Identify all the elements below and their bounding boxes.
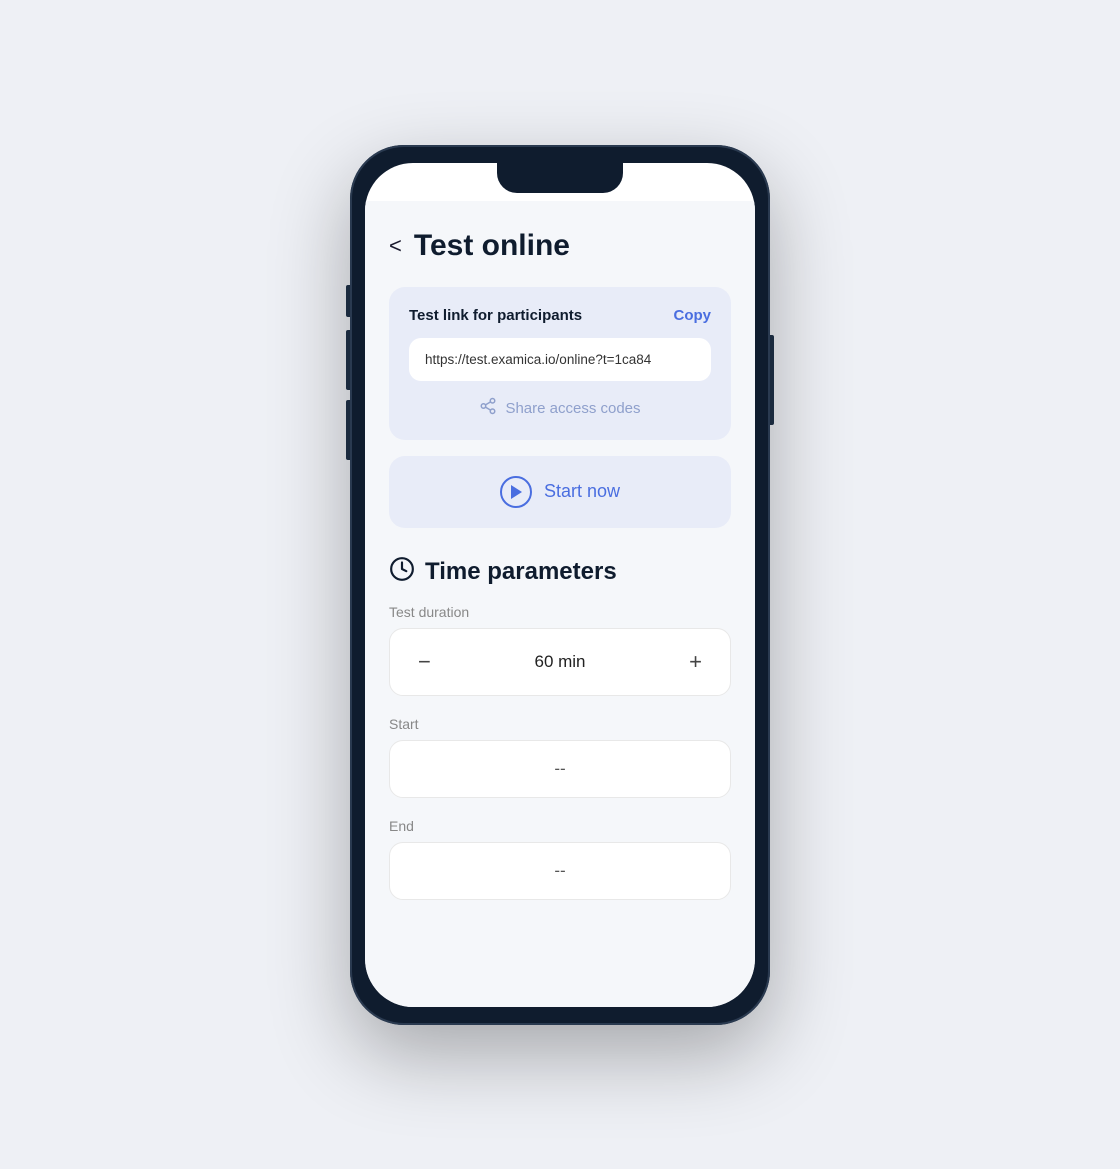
volume-up-button [346,330,350,390]
duration-stepper: − 60 min + [389,628,731,696]
share-codes-label: Share access codes [505,400,640,417]
time-section-header: Time parameters [389,556,731,588]
end-value: -- [554,861,565,880]
phone-screen: < Test online Test link for participants… [365,163,755,1007]
link-card-title: Test link for participants [409,307,582,324]
duration-value: 60 min [534,652,585,672]
duration-label: Test duration [389,604,731,620]
screen-content: < Test online Test link for participants… [365,201,755,1007]
link-card: Test link for participants Copy [389,287,731,440]
volume-down-button [346,400,350,460]
page-title: Test online [414,229,570,263]
share-codes-button[interactable]: Share access codes [409,397,711,420]
duration-increment-button[interactable]: + [681,647,710,677]
start-now-label: Start now [544,481,620,502]
link-card-header: Test link for participants Copy [409,307,711,324]
mute-button [346,285,350,317]
notch [497,163,623,193]
back-button[interactable]: < [389,235,402,257]
clock-icon [389,556,415,588]
share-icon [479,397,497,420]
play-icon [500,476,532,508]
start-label: Start [389,716,731,732]
start-value: -- [554,759,565,778]
time-section-title: Time parameters [425,558,617,586]
link-input[interactable] [409,338,711,381]
duration-decrement-button[interactable]: − [410,647,439,677]
power-button [770,335,774,425]
phone-frame: < Test online Test link for participants… [350,145,770,1025]
end-label: End [389,818,731,834]
copy-button[interactable]: Copy [674,307,712,324]
page-header: < Test online [389,221,731,263]
start-now-button[interactable]: Start now [389,456,731,528]
end-field[interactable]: -- [389,842,731,900]
start-field[interactable]: -- [389,740,731,798]
